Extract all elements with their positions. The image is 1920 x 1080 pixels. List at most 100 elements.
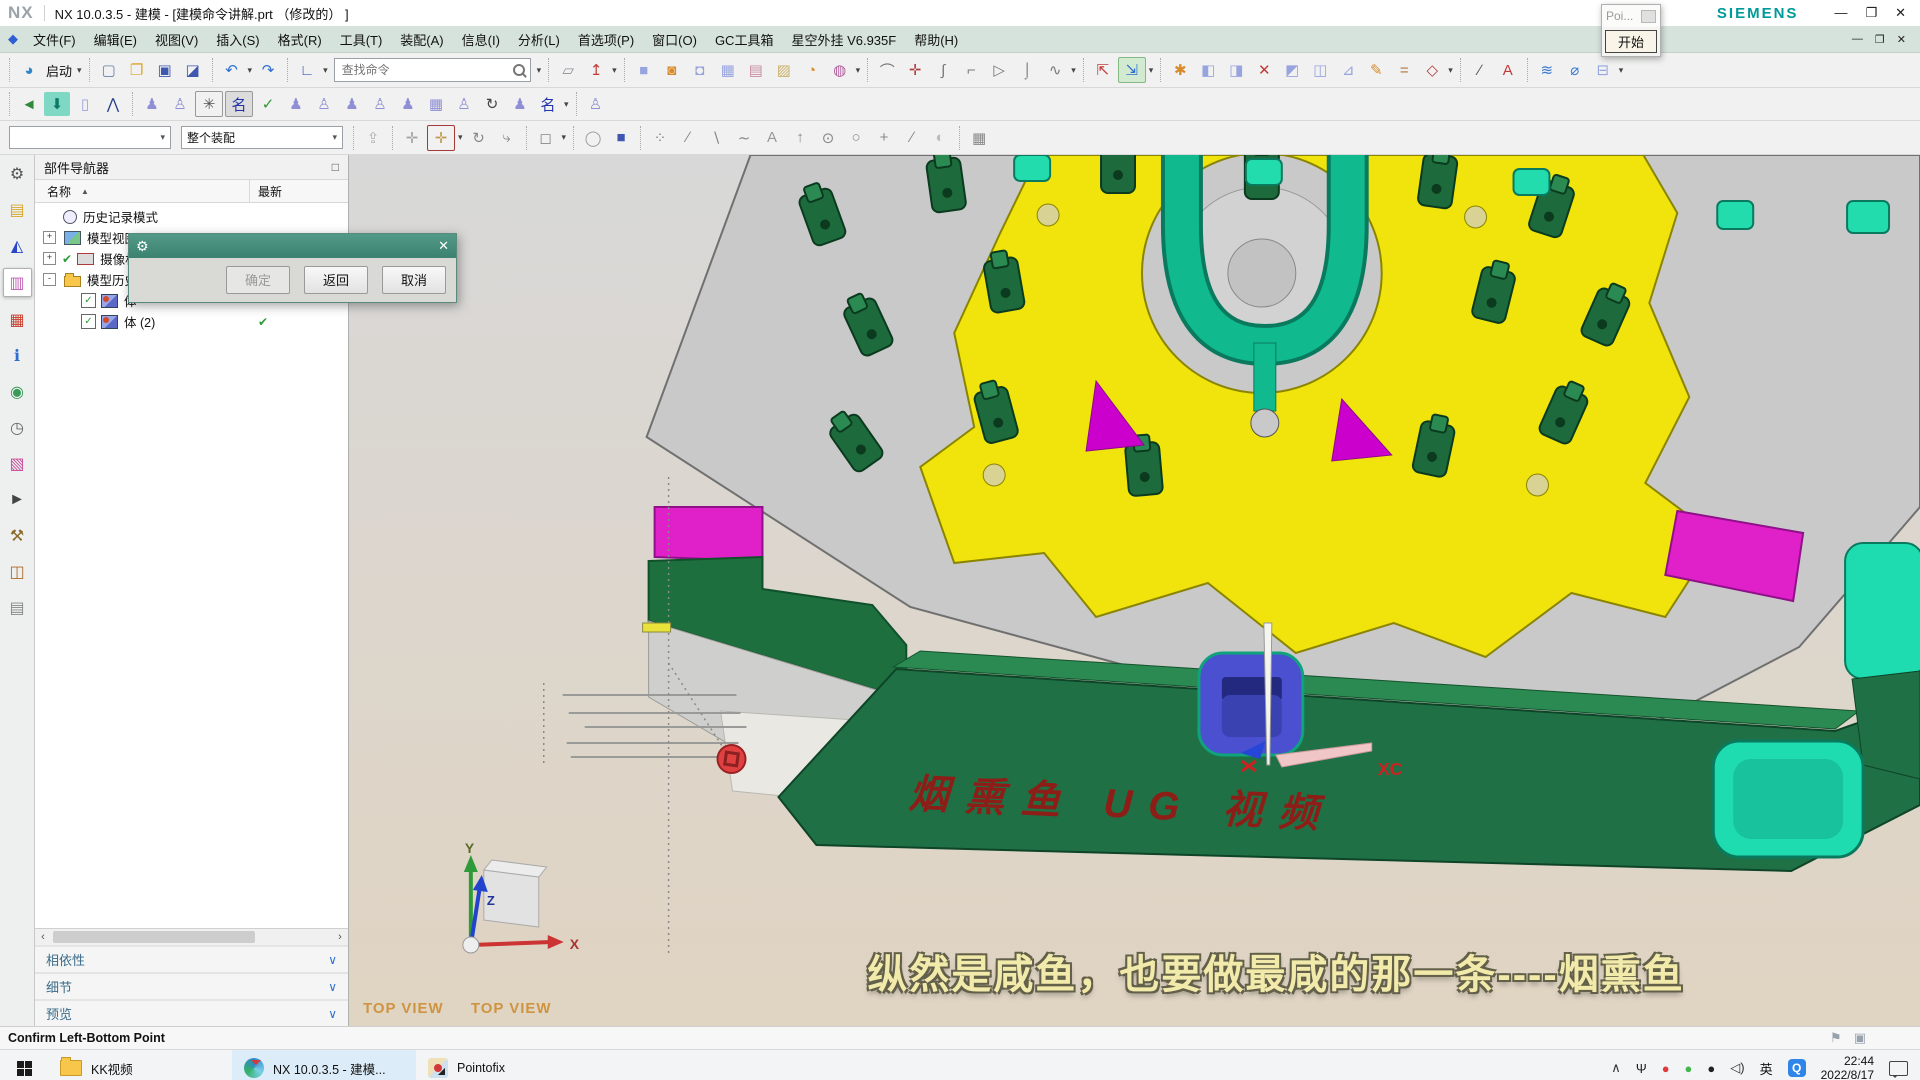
menu-item-14[interactable]: 帮助(H) [905, 27, 967, 52]
taskbar-app-nx[interactable]: NX 10.0.3.5 - 建模... [232, 1050, 416, 1080]
web-browser-icon[interactable]: ℹ [4, 342, 31, 369]
ok-button[interactable]: 确定 [226, 266, 290, 294]
child-close-button[interactable]: ✕ [1897, 33, 1906, 46]
save-icon[interactable]: ▣ [152, 58, 178, 82]
pointer-structure-icon[interactable]: ► [4, 486, 31, 513]
open-file-icon[interactable]: ❐ [124, 58, 150, 82]
edit-feature-icon[interactable]: ✎ [1363, 58, 1389, 82]
hole-icon[interactable]: ◘ [687, 58, 713, 82]
component-new-icon[interactable]: ♟ [395, 92, 421, 116]
qq-browser-icon[interactable]: Q [1788, 1059, 1806, 1077]
sketch-in-task-icon[interactable]: ⬇ [44, 92, 70, 116]
name-caret[interactable]: ▾ [564, 99, 569, 110]
undo-icon[interactable]: ↶ [219, 58, 245, 82]
datum-caret[interactable]: ▾ [612, 65, 617, 76]
image-palette-icon[interactable]: ▧ [4, 450, 31, 477]
more-caret[interactable]: ▾ [1448, 65, 1453, 76]
csys-caret[interactable]: ▾ [323, 65, 328, 76]
back-button[interactable]: 返回 [304, 266, 368, 294]
text-icon[interactable]: A [1495, 58, 1521, 82]
column-header-name[interactable]: 名称 ▲ [35, 180, 250, 202]
tree-checkbox[interactable]: ✓ [81, 314, 96, 329]
project-curve-icon[interactable]: ▷ [986, 58, 1012, 82]
roles-icon[interactable]: ◫ [4, 558, 31, 585]
snap-center-icon[interactable]: ⊙ [815, 126, 841, 150]
snap-arrow-icon[interactable]: ↑ [787, 126, 813, 150]
offset-face-icon[interactable]: ◫ [1307, 58, 1333, 82]
column-header-latest[interactable]: 最新 [250, 180, 348, 202]
replace-face-icon[interactable]: ◩ [1279, 58, 1305, 82]
navigator-gear-icon[interactable]: ⚙ [4, 160, 31, 187]
panel-window-icon[interactable]: □ [332, 160, 339, 174]
tree-expander-icon[interactable]: + [43, 252, 56, 265]
menu-item-8[interactable]: 信息(I) [453, 27, 509, 52]
approve-check-icon[interactable]: ✓ [255, 92, 281, 116]
pointofix-title-bar[interactable]: Poi... [1602, 5, 1660, 27]
scrollbar-track[interactable] [51, 931, 332, 943]
materials-icon[interactable]: ▤ [4, 594, 31, 621]
history-icon[interactable]: ◷ [4, 414, 31, 441]
volume-icon[interactable]: ◁) [1730, 1060, 1744, 1076]
sketch-plane-icon[interactable]: ▱ [555, 58, 581, 82]
grid-table-icon[interactable]: ▦ [966, 126, 992, 150]
child-restore-button[interactable]: ❐ [1875, 33, 1885, 46]
snap-auto-icon[interactable]: A [759, 126, 785, 150]
shell-icon[interactable]: ▨ [771, 58, 797, 82]
component-swap-icon[interactable]: ↻ [479, 92, 505, 116]
unite-icon[interactable]: ▦ [715, 58, 741, 82]
menu-item-6[interactable]: 工具(T) [331, 27, 392, 52]
nx-launcher-icon[interactable]: ◕ [16, 58, 42, 82]
menu-item-1[interactable]: 文件(F) [24, 27, 85, 52]
delete-face-icon[interactable]: ✕ [1251, 58, 1277, 82]
pointofix-start-button[interactable]: 开始 [1605, 30, 1657, 53]
close-button[interactable]: ✕ [1895, 5, 1906, 21]
tree-checkbox[interactable]: ✓ [81, 293, 96, 308]
snap-spline-icon[interactable]: ∼ [731, 126, 757, 150]
measure-icon[interactable]: ⌀ [1562, 58, 1588, 82]
tree-row-6[interactable]: ✓体 (2)✔ [35, 311, 348, 332]
snap-handle-icon[interactable]: ✛ [427, 125, 455, 151]
component-book-icon[interactable]: ♟ [283, 92, 309, 116]
expression-icon[interactable]: = [1391, 58, 1417, 82]
assembly-extra-icon[interactable]: ♙ [583, 92, 609, 116]
fillet-icon[interactable]: ⌒ [874, 58, 900, 82]
notification-center-icon[interactable] [1889, 1061, 1908, 1076]
snap-quadrant-icon[interactable]: ○ [843, 126, 869, 150]
shaded-view-icon[interactable]: ■ [608, 126, 634, 150]
selection-filter-combo[interactable]: ▾ [9, 126, 171, 149]
taskbar-clock[interactable]: 22:44 2022/8/17 [1821, 1054, 1874, 1080]
split-face-icon[interactable]: ◧ [1195, 58, 1221, 82]
scrollbar-thumb[interactable] [53, 931, 255, 943]
revolve-icon[interactable]: ◙ [659, 58, 685, 82]
tree-expander-icon[interactable]: + [43, 231, 56, 244]
search-caret[interactable]: ▾ [537, 65, 542, 76]
swept-icon[interactable]: ◔ [799, 58, 825, 82]
draft-icon[interactable]: ⊿ [1335, 58, 1361, 82]
constraint-navigator-icon[interactable]: ◭ [4, 232, 31, 259]
model-blue-insert[interactable] [1199, 653, 1303, 755]
status-flag-icon[interactable]: ⚑ [1830, 1030, 1842, 1046]
snap-point-icon[interactable]: ∕ [899, 126, 925, 150]
move-object-icon[interactable]: ✛ [399, 126, 425, 150]
wcs-caret[interactable]: ▾ [1149, 65, 1154, 76]
menu-item-10[interactable]: 首选项(P) [569, 27, 643, 52]
spline-icon[interactable]: ∫ [930, 58, 956, 82]
name-filter-icon[interactable]: 名 [225, 91, 253, 117]
pan-view-icon[interactable]: ⤷ [494, 126, 520, 150]
undo-caret[interactable]: ▾ [248, 65, 253, 76]
new-file-icon[interactable]: ▢ [96, 58, 122, 82]
join-face-icon[interactable]: ◨ [1223, 58, 1249, 82]
menu-item-3[interactable]: 视图(V) [146, 27, 207, 52]
select-caret[interactable]: ▾ [562, 132, 567, 143]
line-icon[interactable]: ∕ [1467, 58, 1493, 82]
point-icon[interactable]: ✛ [902, 58, 928, 82]
part-navigator-icon[interactable]: ▥ [3, 268, 32, 297]
taskbar-app-pointofix[interactable]: Pointofix [416, 1050, 600, 1080]
start-menu-caret[interactable]: ▾ [77, 65, 82, 76]
offset-curve-icon[interactable]: ∿ [1042, 58, 1068, 82]
component-grid-icon[interactable]: ▦ [423, 92, 449, 116]
minimize-button[interactable]: — [1834, 5, 1847, 21]
tree-expander-icon[interactable]: - [43, 273, 56, 286]
corner-icon[interactable]: ⌐ [958, 58, 984, 82]
navigator-section-3[interactable]: 预览∨ [35, 999, 348, 1026]
